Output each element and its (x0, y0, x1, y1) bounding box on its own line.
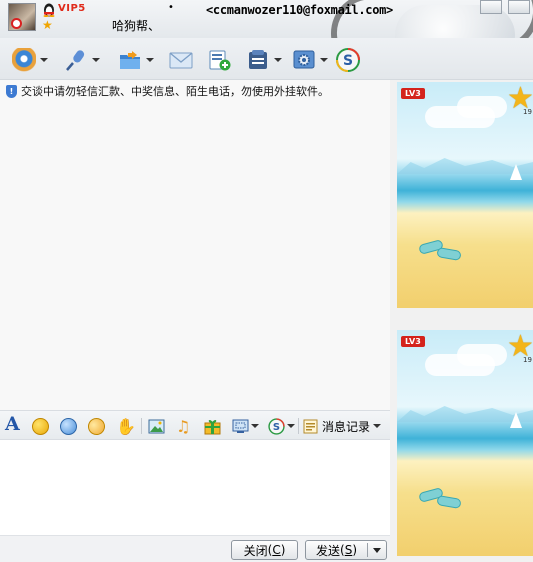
font-button[interactable]: A (5, 413, 20, 435)
shield-icon: ! (6, 84, 17, 98)
shake-window-button[interactable] (86, 415, 107, 437)
app-settings-icon (293, 50, 315, 69)
send-button[interactable]: 发送(S) (305, 540, 387, 560)
chat-header: VIP5 ★ • 哈狗帮、 <ccmanwozer110@foxmail.com… (0, 0, 533, 38)
send-button-label: 发送 (316, 543, 341, 558)
show-ad-top[interactable]: LV3 ★ 19 (397, 82, 533, 308)
screenshot-icon (232, 419, 249, 433)
add-group-button[interactable] (207, 47, 231, 73)
magic-face-icon (60, 417, 77, 435)
sandal-decoration (436, 246, 462, 262)
font-icon: A (5, 413, 20, 435)
message-input[interactable] (0, 440, 390, 535)
smiley-icon (32, 417, 49, 435)
close-button-label: 关闭 (243, 543, 268, 558)
chevron-down-icon[interactable] (251, 424, 259, 428)
level-badge: LV3 (401, 88, 425, 99)
chevron-down-icon[interactable] (287, 424, 295, 428)
svg-text:S: S (273, 422, 280, 433)
soso-icon: S (268, 417, 285, 435)
qq-penguin-icon (43, 3, 55, 17)
send-options-dropdown[interactable] (373, 548, 381, 553)
microphone-icon (66, 50, 85, 71)
contact-card-icon (249, 50, 267, 69)
avatar[interactable] (8, 3, 36, 31)
svg-text:S: S (343, 53, 353, 69)
add-group-icon (209, 50, 231, 71)
gesture-button[interactable]: ✋ (116, 416, 136, 436)
app-settings-button[interactable] (292, 47, 328, 73)
send-image-button[interactable] (148, 417, 165, 435)
chevron-down-icon[interactable] (320, 58, 328, 62)
divider (298, 418, 299, 434)
hand-icon: ✋ (116, 416, 136, 436)
chevron-down-icon[interactable] (40, 58, 48, 62)
voice-call-button[interactable] (64, 47, 100, 73)
side-panel: LV3 ★ 19 LV3 ★ 19 (390, 80, 533, 562)
screenshot-button[interactable] (232, 417, 259, 435)
status-marker: • (168, 2, 174, 13)
gift-button[interactable] (204, 417, 221, 435)
emoticon-button[interactable] (32, 417, 49, 435)
show-ad-bottom[interactable]: LV3 ★ 19 (397, 330, 533, 556)
chevron-down-icon[interactable] (92, 58, 100, 62)
close-shortcut-key: C (272, 543, 281, 557)
chevron-down-icon[interactable] (373, 424, 382, 428)
file-transfer-icon (120, 51, 140, 69)
sailboat-decoration (510, 412, 522, 428)
maximize-button[interactable] (480, 0, 502, 14)
gift-icon (204, 419, 221, 434)
video-call-button[interactable] (12, 47, 48, 73)
file-transfer-button[interactable] (118, 47, 154, 73)
chevron-down-icon[interactable] (146, 58, 154, 62)
security-notice-text: 交谈中请勿轻信汇款、中奖信息、陌生电话，勿使用外挂软件。 (21, 85, 329, 98)
divider (141, 418, 142, 434)
contact-card-button[interactable] (246, 47, 282, 73)
music-button[interactable]: ♫ (176, 416, 191, 436)
contact-name: 哈狗帮、 (112, 19, 161, 33)
send-shortcut-key: S (344, 543, 353, 557)
cloud-decoration (457, 344, 507, 366)
chevron-down-icon (373, 548, 381, 553)
email-icon (169, 52, 193, 69)
star-count: 19 (523, 108, 532, 116)
image-icon (148, 419, 165, 433)
sailboat-decoration (510, 164, 522, 180)
input-toolbar: A ✋ ♫ S 消息记录 (0, 410, 390, 440)
magic-emoticon-button[interactable] (60, 417, 77, 435)
blocked-status-icon (11, 18, 22, 29)
message-history-button[interactable]: 消息记录 (303, 417, 382, 435)
chat-toolbar: S (0, 38, 533, 80)
email-button[interactable] (169, 47, 193, 73)
message-display-area[interactable] (0, 80, 390, 410)
message-history-label: 消息记录 (322, 419, 371, 434)
close-button[interactable]: 关闭(C) (231, 540, 298, 560)
video-call-icon (12, 48, 36, 72)
bottom-bar: 关闭(C) 发送(S) (0, 535, 390, 562)
soso-search-button[interactable]: S (268, 417, 295, 435)
history-icon (303, 419, 318, 433)
music-note-icon: ♫ (176, 416, 191, 436)
close-window-button[interactable] (508, 0, 530, 14)
shake-face-icon (86, 415, 107, 437)
level-badge: LV3 (401, 336, 425, 347)
sandal-decoration (436, 494, 462, 510)
soso-icon: S (336, 48, 360, 72)
star-count: 19 (523, 356, 532, 364)
chevron-down-icon[interactable] (274, 58, 282, 62)
cloud-decoration (457, 96, 507, 118)
soso-button[interactable]: S (336, 47, 360, 73)
level-star-icon[interactable]: ★ (42, 18, 53, 32)
contact-email: <ccmanwozer110@foxmail.com> (206, 3, 393, 17)
security-notice: ! 交谈中请勿轻信汇款、中奖信息、陌生电话，勿使用外挂软件。 (6, 84, 329, 98)
divider (367, 543, 368, 557)
vip-badge[interactable]: VIP5 (58, 3, 86, 14)
